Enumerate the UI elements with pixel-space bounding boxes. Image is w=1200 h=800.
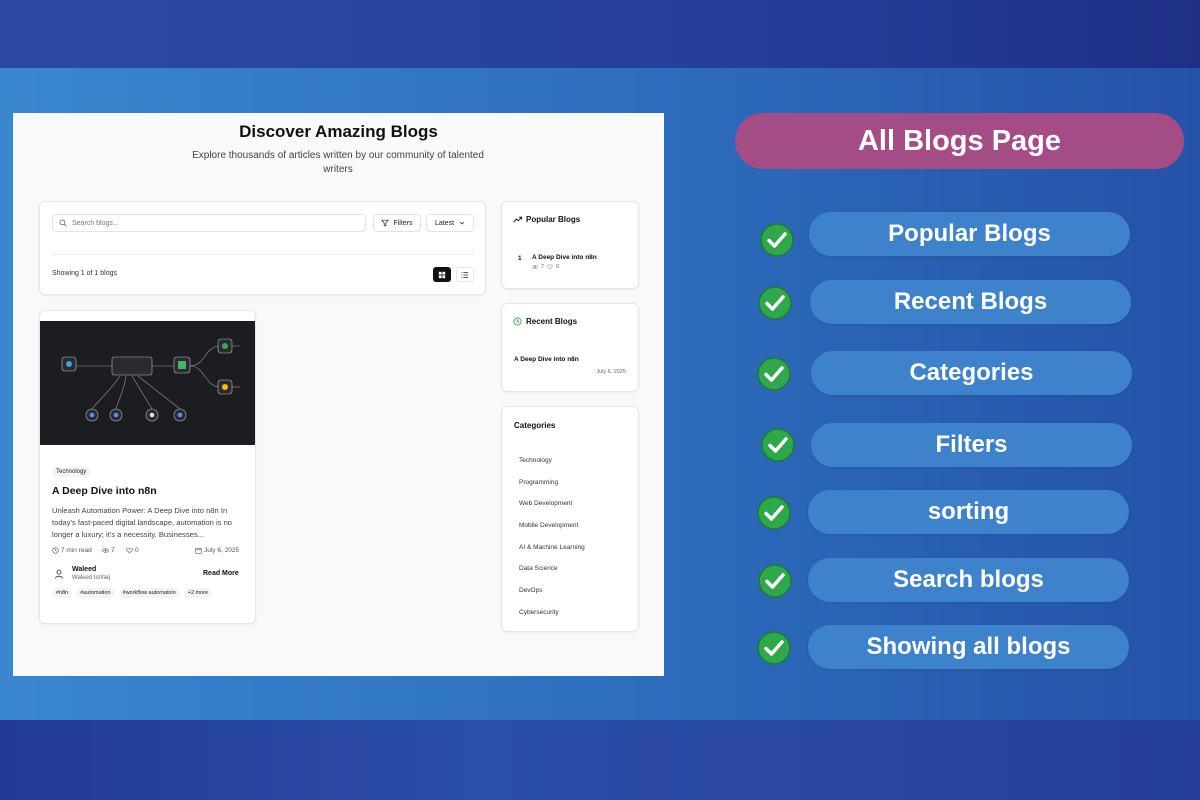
blog-page-screenshot: Discover Amazing Blogs Explore thousands… bbox=[13, 113, 664, 676]
sort-value: Latest bbox=[434, 219, 455, 227]
user-icon bbox=[55, 569, 63, 579]
publish-date: July 6, 2025 bbox=[195, 547, 239, 554]
check-circle-icon bbox=[758, 286, 792, 320]
recent-blog-date: July 6, 2025 bbox=[596, 369, 626, 375]
top-band bbox=[0, 0, 1200, 68]
chevron-down-icon bbox=[459, 221, 465, 225]
views: 7 bbox=[102, 547, 115, 554]
grid-view-button[interactable] bbox=[433, 267, 451, 282]
recent-blogs-title: Recent Blogs bbox=[526, 317, 578, 326]
list-icon bbox=[461, 271, 469, 278]
publish-date-text: July 6, 2025 bbox=[204, 547, 240, 554]
recent-blogs-panel: Recent Blogs A Deep Dive into n8n July 6… bbox=[501, 303, 639, 392]
feature-heading: All Blogs Page bbox=[735, 113, 1184, 169]
likes-count: 0 bbox=[135, 547, 139, 554]
blog-meta: 7 min read 7 0 July 6, 2025 bbox=[52, 547, 246, 557]
category-item[interactable]: Programming bbox=[519, 479, 558, 486]
clock-icon bbox=[513, 317, 522, 326]
check-circle-icon bbox=[758, 564, 792, 598]
tag-list: #n8n #automation #workflow automation +2… bbox=[52, 588, 213, 598]
results-count: Showing 1 of 1 blogs bbox=[52, 270, 117, 277]
check-circle-icon bbox=[757, 357, 791, 391]
feature-categories: Categories bbox=[811, 351, 1132, 395]
read-time-text: 7 min read bbox=[61, 547, 92, 554]
blog-cover-image bbox=[40, 321, 255, 445]
list-view-button[interactable] bbox=[456, 267, 474, 282]
bottom-band bbox=[0, 720, 1200, 800]
search-icon bbox=[59, 219, 67, 227]
blog-title[interactable]: A Deep Dive into n8n bbox=[52, 485, 157, 497]
category-item[interactable]: Web Development bbox=[519, 500, 572, 507]
grid-icon bbox=[438, 271, 446, 278]
popular-views: 7 bbox=[541, 264, 545, 270]
filter-icon bbox=[381, 219, 390, 227]
popular-blogs-heading: Popular Blogs bbox=[513, 215, 580, 224]
eye-icon bbox=[532, 265, 538, 269]
page-subtitle: Explore thousands of articles written by… bbox=[192, 150, 484, 175]
popular-rank: 1 bbox=[518, 255, 522, 262]
popular-likes: 0 bbox=[556, 264, 560, 270]
category-item[interactable]: Data Science bbox=[519, 565, 558, 572]
check-circle-icon bbox=[757, 631, 791, 665]
feature-showing-all-blogs: Showing all blogs bbox=[808, 625, 1129, 669]
category-badge[interactable]: Technology bbox=[52, 467, 91, 477]
views-count: 7 bbox=[111, 547, 115, 554]
category-item[interactable]: AI & Machine Learning bbox=[519, 544, 585, 551]
feature-popular-blogs: Popular Blogs bbox=[809, 212, 1130, 256]
popular-blogs-title: Popular Blogs bbox=[526, 215, 581, 224]
author-handle: Waleed Ishfaq bbox=[72, 575, 111, 581]
tag[interactable]: #workflow automation bbox=[118, 588, 180, 598]
heart-icon bbox=[126, 547, 133, 554]
trending-up-icon bbox=[513, 216, 522, 223]
category-item[interactable]: DevOps bbox=[519, 587, 542, 594]
category-item[interactable]: Mobile Development bbox=[519, 522, 578, 529]
heart-icon bbox=[547, 264, 553, 270]
likes: 0 bbox=[126, 547, 139, 554]
blog-excerpt: Unleash Automation Power: A Deep Dive in… bbox=[52, 506, 233, 539]
check-circle-icon bbox=[761, 428, 795, 462]
feature-recent-blogs: Recent Blogs bbox=[810, 280, 1131, 324]
divider bbox=[52, 254, 475, 255]
feature-filters: Filters bbox=[811, 423, 1132, 467]
search-input[interactable]: Search blogs... bbox=[52, 214, 366, 232]
filters-button[interactable]: Filters bbox=[373, 214, 421, 232]
categories-heading: Categories bbox=[514, 421, 556, 430]
check-circle-icon bbox=[757, 496, 791, 530]
popular-blog-title[interactable]: A Deep Dive into n8n bbox=[532, 254, 597, 261]
category-item[interactable]: Technology bbox=[519, 457, 552, 464]
sort-select[interactable]: Latest bbox=[426, 214, 474, 232]
tag[interactable]: #n8n bbox=[52, 588, 73, 598]
eye-icon bbox=[102, 548, 109, 553]
search-placeholder: Search blogs... bbox=[72, 219, 119, 227]
feature-search-blogs: Search blogs bbox=[808, 558, 1129, 602]
recent-blog-title[interactable]: A Deep Dive into n8n bbox=[514, 356, 579, 363]
clock-icon bbox=[52, 547, 59, 554]
author-name: Waleed bbox=[72, 566, 97, 573]
read-more-link[interactable]: Read More bbox=[203, 570, 239, 577]
categories-panel: Categories Technology Programming Web De… bbox=[501, 406, 639, 632]
recent-blogs-heading: Recent Blogs bbox=[513, 317, 577, 326]
popular-blog-stats: 7 0 bbox=[532, 264, 559, 270]
read-time: 7 min read bbox=[52, 547, 92, 554]
search-panel: Search blogs... Filters Latest Showing 1… bbox=[39, 201, 486, 295]
blog-card[interactable]: Technology A Deep Dive into n8n Unleash … bbox=[39, 310, 256, 624]
page-title: Discover Amazing Blogs bbox=[239, 122, 438, 141]
filters-label: Filters bbox=[393, 219, 413, 227]
tag[interactable]: #automation bbox=[76, 588, 115, 598]
popular-blogs-panel: Popular Blogs 1 A Deep Dive into n8n 7 0 bbox=[501, 201, 639, 289]
feature-sorting: sorting bbox=[808, 490, 1129, 534]
category-item[interactable]: Cybersecurity bbox=[519, 609, 559, 616]
tag-more[interactable]: +2 more bbox=[183, 588, 213, 598]
workflow-diagram-image bbox=[40, 321, 255, 445]
check-circle-icon bbox=[760, 223, 794, 257]
calendar-icon bbox=[195, 548, 202, 554]
